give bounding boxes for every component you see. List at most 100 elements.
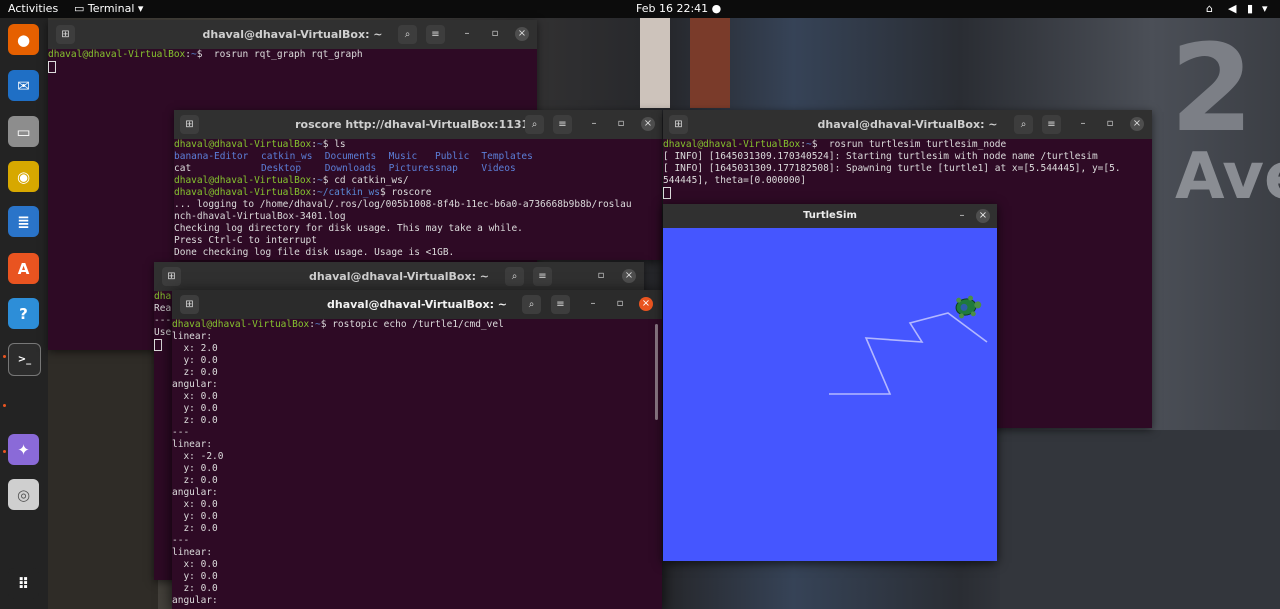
prompt-line: dhaval@dhaval-VirtualBox:~/catkin_ws$ ro… xyxy=(174,187,662,199)
terminal-output[interactable]: dhaval@dhaval-VirtualBox:~$ ls banana-Edi… xyxy=(174,139,662,260)
search-icon[interactable]: ⌕ xyxy=(525,115,544,134)
window-title: dhaval@dhaval-VirtualBox: ~ xyxy=(308,270,490,283)
clock[interactable]: Feb 16 22:41 ● xyxy=(636,2,721,16)
turtle-icon xyxy=(955,295,982,319)
hamburger-menu-icon[interactable]: ≡ xyxy=(1042,115,1061,134)
thunderbird-icon[interactable]: ✉ xyxy=(8,70,39,101)
titlebar[interactable]: ⊞ dhaval@dhaval-VirtualBox: ~ ⌕ ≡ – ▫ × xyxy=(663,110,1152,139)
firefox-icon[interactable]: ● xyxy=(8,24,39,55)
ls-entry: Templates xyxy=(481,151,533,162)
prompt-user: dhaval@dhaval-VirtualBox xyxy=(174,139,312,150)
output-line: Done checking log file disk usage. Usage… xyxy=(174,247,455,258)
libreoffice-writer-icon[interactable]: ≣ xyxy=(8,206,39,237)
titlebar[interactable]: ⊞ dhaval@dhaval-VirtualBox: ~ ⌕ ≡ ▫ × xyxy=(154,262,644,291)
minimize-icon[interactable]: – xyxy=(1076,117,1090,131)
titlebar[interactable]: ⊞ dhaval@dhaval-VirtualBox: ~ ⌕ ≡ – ▫ × xyxy=(48,20,537,49)
top-bar: Activities ▭ Terminal ▾ Feb 16 22:41 ● ⌂… xyxy=(0,0,1280,18)
ls-entry: catkin_ws xyxy=(261,151,313,162)
wallpaper-sign-text: Ave xyxy=(1175,140,1280,214)
minimize-icon[interactable]: – xyxy=(460,27,474,41)
dock: ● ✉ ▭ ◉ ≣ A? >_ ✦ ◎ ⠿ xyxy=(0,18,48,609)
turtle-trail-svg xyxy=(829,295,988,395)
prompt-line: dhaval@dhaval-VirtualBox:~$ rosrun turtl… xyxy=(663,139,1152,151)
close-icon[interactable]: × xyxy=(622,269,636,283)
turtlesim-canvas xyxy=(663,228,997,561)
hamburger-menu-icon[interactable]: ≡ xyxy=(553,115,572,134)
ls-entry: Documents xyxy=(324,151,377,162)
app-menu-terminal[interactable]: ▭ Terminal ▾ xyxy=(74,2,143,16)
hamburger-menu-icon[interactable]: ≡ xyxy=(551,295,570,314)
rhythmbox-icon[interactable]: ◉ xyxy=(8,161,39,192)
maximize-icon[interactable]: ▫ xyxy=(614,117,628,131)
minimize-icon[interactable]: – xyxy=(586,297,600,311)
new-tab-icon[interactable]: ⊞ xyxy=(180,115,199,134)
close-icon[interactable]: × xyxy=(639,297,653,311)
network-icon[interactable]: ⌂ xyxy=(1206,2,1213,16)
output-line: x: 0.0 xyxy=(172,499,218,510)
hamburger-menu-icon[interactable]: ≡ xyxy=(533,267,552,286)
prompt-user: dhaval@dhaval-VirtualBox xyxy=(174,175,312,186)
terminal-window-roscore[interactable]: ⊞ roscore http://dhaval-VirtualBox:11311… xyxy=(174,110,662,260)
volume-icon[interactable]: ◀ xyxy=(1228,2,1236,16)
prompt-user: dhaval@dhaval-VirtualBox xyxy=(663,139,801,150)
turtlesim-window[interactable]: TurtleSim – × xyxy=(663,204,997,561)
titlebar[interactable]: ⊞ roscore http://dhaval-VirtualBox:11311… xyxy=(174,110,662,139)
help-icon[interactable]: ? xyxy=(8,298,39,329)
terminal-icon[interactable]: >_ xyxy=(8,343,41,376)
search-icon[interactable]: ⌕ xyxy=(522,295,541,314)
ls-entry: Pictures xyxy=(388,163,435,174)
search-icon[interactable]: ⌕ xyxy=(1014,115,1033,134)
output-line: angular: xyxy=(172,487,218,498)
text-cursor xyxy=(663,187,671,199)
ls-entry: Downloads xyxy=(324,163,377,174)
cursor-line xyxy=(663,187,1152,199)
scrollbar[interactable] xyxy=(655,324,658,420)
output-line: x: -2.0 xyxy=(172,451,224,462)
files-icon[interactable]: ▭ xyxy=(8,116,39,147)
terminal-window-rostopic-echo[interactable]: ⊞ dhaval@dhaval-VirtualBox: ~ ⌕ ≡ – ▫ × … xyxy=(172,290,662,609)
search-icon[interactable]: ⌕ xyxy=(398,25,417,44)
wallpaper-dark-panel xyxy=(1000,430,1280,609)
ls-entry: snap xyxy=(434,163,458,174)
show-apps-icon[interactable]: ⠿ xyxy=(8,568,39,599)
dvd-icon[interactable]: ◎ xyxy=(8,479,39,510)
maximize-icon[interactable]: ▫ xyxy=(613,297,627,311)
output-line: Press Ctrl-C to interrupt xyxy=(174,235,317,246)
telegram-icon[interactable]: ✦ xyxy=(8,434,39,465)
titlebar[interactable]: ⊞ dhaval@dhaval-VirtualBox: ~ ⌕ ≡ – ▫ × xyxy=(172,290,662,319)
minimize-icon[interactable]: – xyxy=(587,117,601,131)
minimize-icon[interactable]: – xyxy=(955,209,969,223)
software-icon[interactable]: A xyxy=(8,253,39,284)
hamburger-menu-icon[interactable]: ≡ xyxy=(426,25,445,44)
maximize-icon[interactable]: ▫ xyxy=(594,269,608,283)
ls-entry: Desktop xyxy=(261,163,302,174)
close-icon[interactable]: × xyxy=(976,209,990,223)
ls-entry: cat xyxy=(174,163,192,174)
output-line: 544445], theta=[0.000000] xyxy=(663,175,806,186)
maximize-icon[interactable]: ▫ xyxy=(488,27,502,41)
new-tab-icon[interactable]: ⊞ xyxy=(669,115,688,134)
close-icon[interactable]: × xyxy=(641,117,655,131)
system-menu-chevron-icon[interactable]: ▾ xyxy=(1262,2,1268,16)
activities-button[interactable]: Activities xyxy=(8,2,58,16)
battery-icon[interactable]: ▮ xyxy=(1247,2,1253,16)
output-line: --- xyxy=(172,427,190,438)
ls-entry: Videos xyxy=(481,163,516,174)
command-text: rosrun turtlesim turtlesim_node xyxy=(817,139,1007,150)
new-tab-icon[interactable]: ⊞ xyxy=(180,295,199,314)
command-text: roscore xyxy=(385,187,432,198)
cursor-line xyxy=(48,61,537,73)
output-line: ... logging to /home/dhaval/.ros/log/005… xyxy=(174,199,632,210)
output-line: x: 2.0 xyxy=(172,343,218,354)
close-icon[interactable]: × xyxy=(515,27,529,41)
new-tab-icon[interactable]: ⊞ xyxy=(56,25,75,44)
search-icon[interactable]: ⌕ xyxy=(505,267,524,286)
running-indicator xyxy=(3,355,6,358)
close-icon[interactable]: × xyxy=(1130,117,1144,131)
turtlesim-title: TurtleSim xyxy=(803,210,857,221)
new-tab-icon[interactable]: ⊞ xyxy=(162,267,181,286)
maximize-icon[interactable]: ▫ xyxy=(1103,117,1117,131)
ls-output-row: banana-Editor catkin_ws Documents Music Publ… xyxy=(174,151,662,163)
prompt-user: dhaval@dhaval-VirtualBox xyxy=(172,319,310,330)
terminal-output[interactable]: dhaval@dhaval-VirtualBox:~$ rostopic ech… xyxy=(172,319,662,609)
